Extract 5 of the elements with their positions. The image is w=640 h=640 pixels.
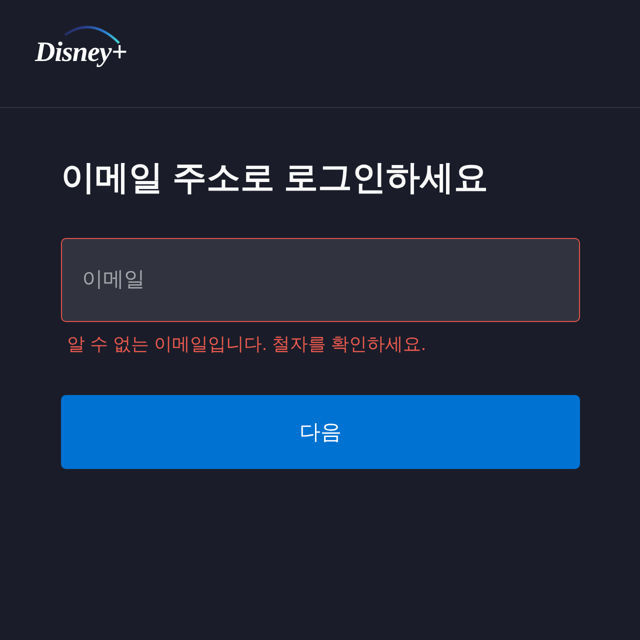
error-message: 알 수 없는 이메일입니다. 철자를 확인하세요.	[66, 333, 428, 356]
brand-logo[interactable]: Disney+	[35, 36, 127, 70]
page-title: 이메일 주소로 로그인하세요	[61, 158, 489, 199]
email-field[interactable]: 이메일	[61, 238, 580, 322]
next-button[interactable]: 다음	[61, 395, 580, 469]
